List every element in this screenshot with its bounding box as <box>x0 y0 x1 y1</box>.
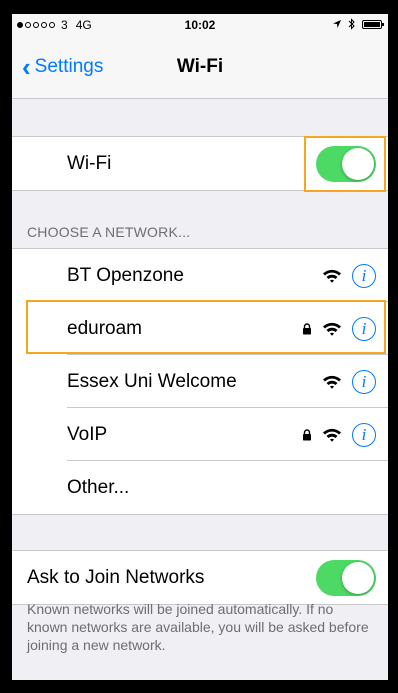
switch-knob <box>342 147 374 180</box>
wifi-signal-icon <box>323 322 341 336</box>
wifi-signal-icon <box>323 269 341 283</box>
wifi-toggle-row: Wi-Fi <box>12 137 388 190</box>
choose-network-header: CHOOSE A NETWORK... <box>27 224 191 240</box>
lock-icon <box>303 322 311 334</box>
wifi-label: Wi-Fi <box>67 152 112 174</box>
ask-to-join-label: Ask to Join Networks <box>27 566 205 588</box>
wifi-signal-icon <box>323 375 341 389</box>
info-icon[interactable]: i <box>352 263 376 288</box>
network-name: eduroam <box>67 317 142 339</box>
wifi-switch[interactable] <box>316 145 376 182</box>
network-name: BT Openzone <box>67 264 184 286</box>
ask-to-join-footer: Known networks will be joined automatica… <box>27 601 369 653</box>
wifi-signal-icon <box>323 428 341 442</box>
network-row-eduroam[interactable]: eduroam i <box>12 302 388 355</box>
lock-icon <box>303 428 311 440</box>
network-list: BT Openzone i eduroam i Essex Uni Welcom… <box>12 248 388 515</box>
network-name: VoIP <box>67 423 108 445</box>
switch-knob <box>342 561 374 594</box>
wifi-toggle-group: Wi-Fi <box>12 136 388 191</box>
network-name: Essex Uni Welcome <box>67 370 237 392</box>
network-row-essex-uni-welcome[interactable]: Essex Uni Welcome i <box>12 355 388 408</box>
back-button-label: Settings <box>34 56 104 77</box>
info-icon[interactable]: i <box>352 316 376 341</box>
navigation-bar: ‹ Settings Wi-Fi <box>12 36 388 99</box>
bluetooth-icon <box>348 18 355 30</box>
ask-to-join-group: Ask to Join Networks <box>12 550 388 605</box>
settings-screen: 3 4G 10:02 ‹ Settings Wi-Fi Wi-Fi CHOOSE… <box>12 14 388 680</box>
network-row-voip[interactable]: VoIP i <box>12 408 388 461</box>
location-arrow-icon <box>333 20 341 28</box>
ask-to-join-row: Ask to Join Networks <box>12 551 388 604</box>
network-row-bt-openzone[interactable]: BT Openzone i <box>12 249 388 302</box>
battery-icon <box>362 19 384 29</box>
back-button[interactable]: ‹ Settings <box>22 36 103 98</box>
status-icons <box>332 18 384 30</box>
other-network-label: Other... <box>67 476 130 498</box>
network-row-other[interactable]: Other... <box>12 461 388 514</box>
ask-to-join-switch[interactable] <box>316 559 376 596</box>
status-bar: 3 4G 10:02 <box>12 14 388 36</box>
info-icon[interactable]: i <box>352 369 376 394</box>
info-icon[interactable]: i <box>352 422 376 447</box>
chevron-left-icon: ‹ <box>22 52 31 82</box>
